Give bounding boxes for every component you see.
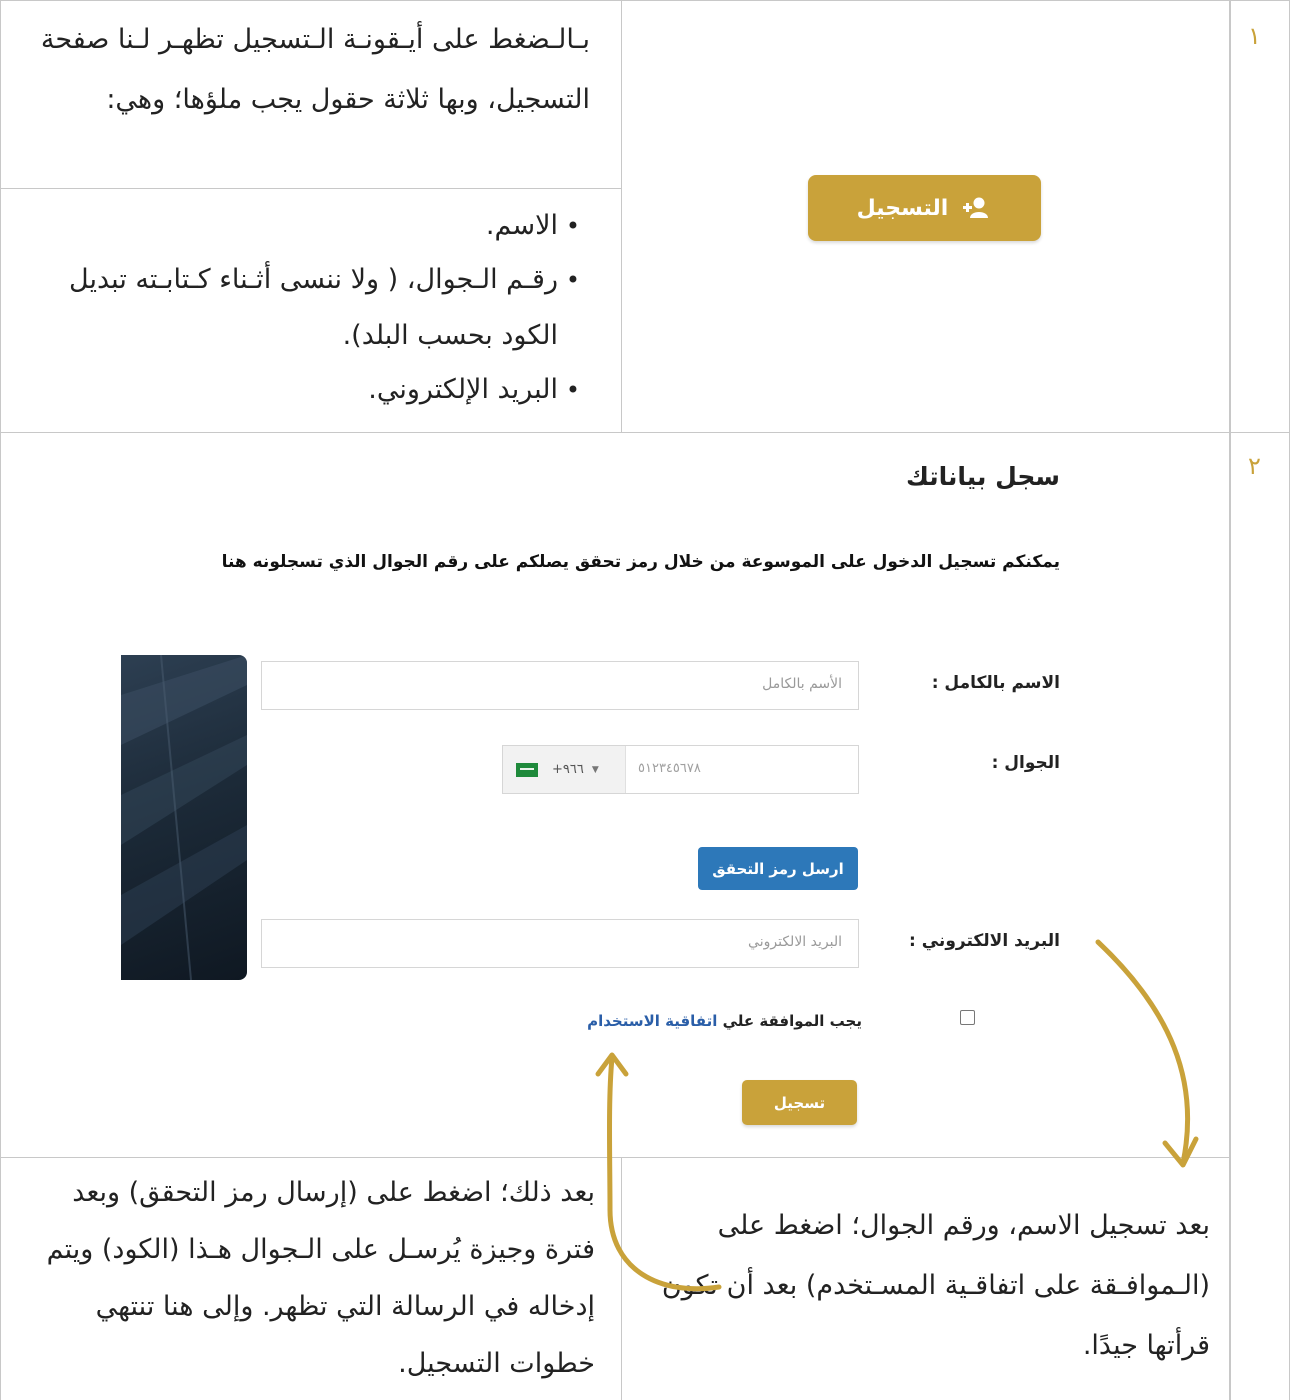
arrows-overlay [595,939,1199,1292]
arrow-up-icon [595,1052,722,1292]
arrow-down-icon [1095,939,1199,1168]
